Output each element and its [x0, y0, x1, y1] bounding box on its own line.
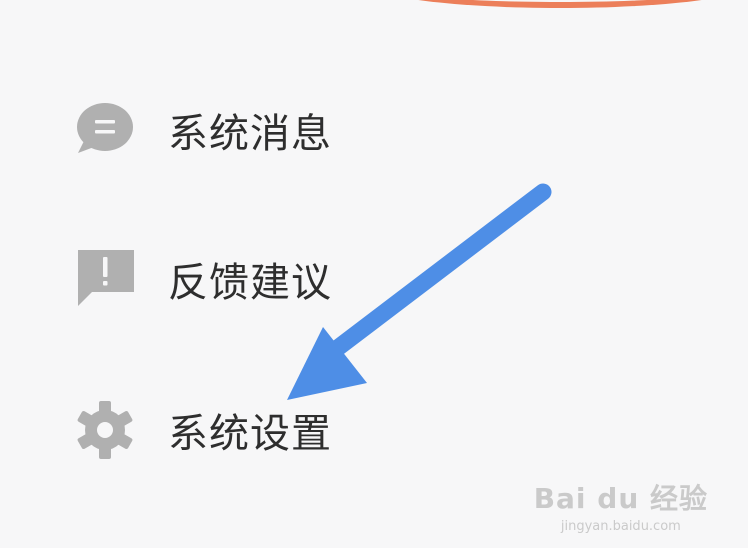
- watermark-logo: Bai du 经验: [533, 482, 708, 515]
- feedback-exclamation-icon: [74, 248, 136, 310]
- menu-item-label: 系统设置: [168, 411, 332, 457]
- chat-bubble-icon: [74, 99, 136, 161]
- menu-item-system-settings[interactable]: 系统设置: [74, 398, 494, 462]
- top-accent-arc: [370, 0, 748, 8]
- baidu-jingyan-watermark: Bai du 经验 jingyan.baidu.com: [534, 477, 708, 534]
- menu-item-feedback[interactable]: 反馈建议: [74, 247, 494, 311]
- menu-item-label: 反馈建议: [168, 260, 332, 306]
- menu-item-system-messages[interactable]: 系统消息: [74, 98, 494, 162]
- watermark-url: jingyan.baidu.com: [560, 519, 681, 534]
- menu-item-label: 系统消息: [168, 111, 332, 157]
- gear-icon: [74, 399, 136, 461]
